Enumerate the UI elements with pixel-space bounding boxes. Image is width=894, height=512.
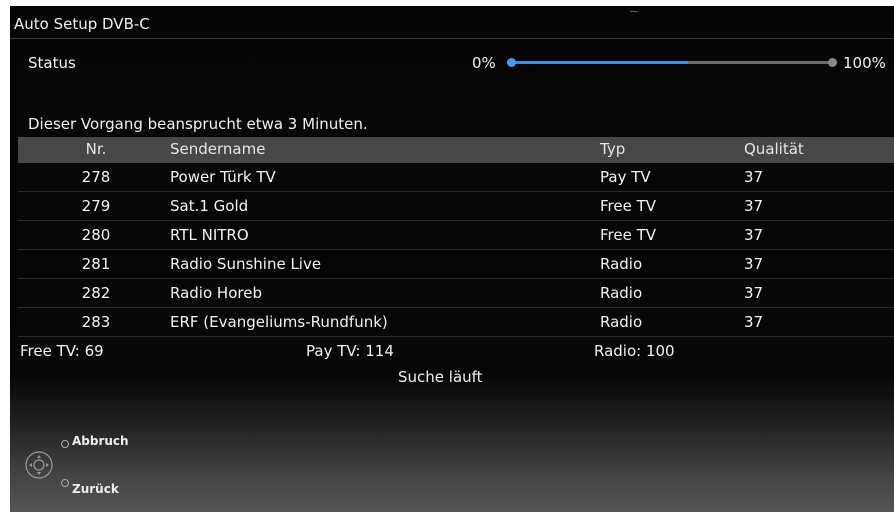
table-row: 278 Power Türk TV Pay TV 37: [18, 163, 894, 192]
row-sendername: Sat.1 Gold: [170, 197, 249, 215]
abbruch-indicator-icon: [61, 440, 69, 448]
row-qualitaet: 37: [744, 226, 764, 244]
header-typ: Typ: [600, 140, 626, 158]
free-tv-count: Free TV: 69: [20, 342, 104, 360]
row-sendername: Radio Horeb: [170, 284, 262, 302]
progress-bar: [512, 61, 832, 64]
table-header: Nr. Sendername Typ Qualität: [18, 137, 894, 163]
table-row: 282 Radio Horeb Radio 37: [18, 279, 894, 308]
row-sendername: ERF (Evangeliums-Rundfunk): [170, 313, 388, 331]
row-typ: Radio: [600, 284, 643, 302]
table-row: 279 Sat.1 Gold Free TV 37: [18, 192, 894, 221]
row-typ: Radio: [600, 255, 643, 273]
remote-navigation-icon: [24, 450, 54, 480]
zurueck-indicator-icon: [61, 479, 69, 487]
zurueck-button[interactable]: Zurück: [72, 482, 119, 496]
row-qualitaet: 37: [744, 284, 764, 302]
table-row: 281 Radio Sunshine Live Radio 37: [18, 250, 894, 279]
row-nr: 279: [81, 197, 111, 215]
pay-tv-count: Pay TV: 114: [306, 342, 394, 360]
progress-fill: [512, 61, 688, 64]
header-sendername: Sendername: [170, 140, 266, 158]
row-typ: Pay TV: [600, 168, 651, 186]
progress-max-label: 100%: [843, 54, 886, 72]
search-status: Suche läuft: [398, 368, 483, 386]
progress-min-label: 0%: [472, 54, 496, 72]
row-qualitaet: 37: [744, 168, 764, 186]
row-sendername: RTL NITRO: [170, 226, 249, 244]
channel-table: Nr. Sendername Typ Qualität 278 Power Tü…: [18, 137, 894, 337]
row-qualitaet: 37: [744, 197, 764, 215]
table-row: 280 RTL NITRO Free TV 37: [18, 221, 894, 250]
progress-start-knob: [507, 58, 516, 67]
abbruch-button[interactable]: Abbruch: [72, 434, 129, 448]
row-nr: 282: [81, 284, 111, 302]
tv-screen: Auto Setup DVB-C Status 0% 100% Dieser V…: [10, 6, 894, 512]
row-nr: 281: [81, 255, 111, 273]
row-typ: Free TV: [600, 226, 657, 244]
top-marker: [630, 11, 638, 12]
row-nr: 280: [81, 226, 111, 244]
row-sendername: Radio Sunshine Live: [170, 255, 322, 273]
row-sendername: Power Türk TV: [170, 168, 276, 186]
row-nr: 283: [81, 313, 111, 331]
progress-end-knob: [828, 58, 837, 67]
page-title: Auto Setup DVB-C: [14, 15, 150, 33]
header-qualitaet: Qualität: [744, 140, 804, 158]
row-typ: Free TV: [600, 197, 657, 215]
table-row: 283 ERF (Evangeliums-Rundfunk) Radio 37: [18, 308, 894, 337]
title-bar: Auto Setup DVB-C: [10, 6, 894, 39]
duration-info: Dieser Vorgang beansprucht etwa 3 Minute…: [28, 115, 368, 133]
row-qualitaet: 37: [744, 313, 764, 331]
header-nr: Nr.: [85, 140, 107, 158]
radio-count: Radio: 100: [594, 342, 675, 360]
row-typ: Radio: [600, 313, 643, 331]
row-qualitaet: 37: [744, 255, 764, 273]
row-nr: 278: [81, 168, 111, 186]
status-label: Status: [28, 54, 76, 72]
